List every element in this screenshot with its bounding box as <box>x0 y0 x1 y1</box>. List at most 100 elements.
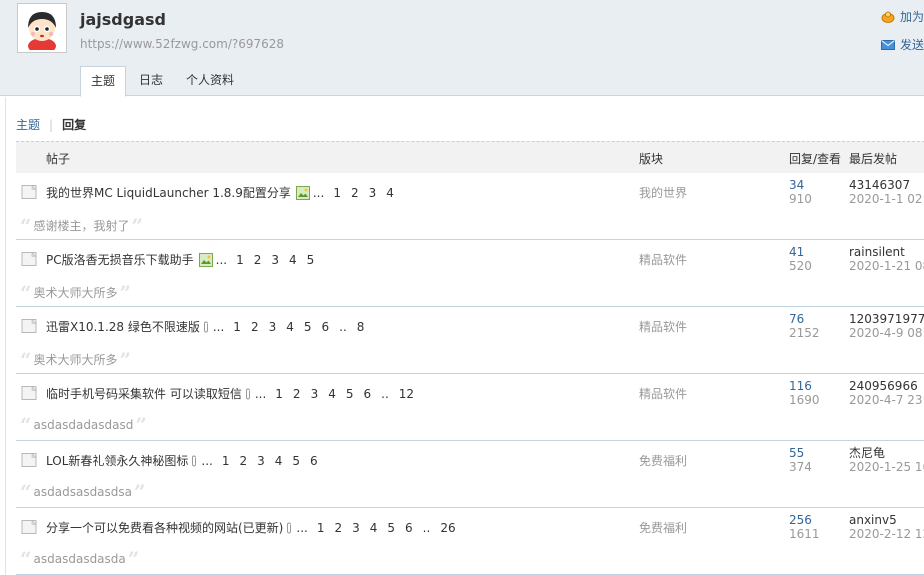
subnav-replies-current[interactable]: 回复 <box>62 118 86 132</box>
reply-quote-text[interactable]: 感谢楼主，我射了 <box>34 217 130 234</box>
tab-profile[interactable]: 个人资料 <box>180 66 240 96</box>
reply-count[interactable]: 34 <box>789 178 804 192</box>
reply-quote: “asdadsasdasdsa” <box>20 482 146 502</box>
last-poster[interactable]: 1203971977 <box>849 312 924 326</box>
reply-quote-text[interactable]: asdasdasdasda <box>34 552 126 566</box>
forum-link[interactable]: 免费福利 <box>639 452 687 469</box>
last-poster[interactable]: anxinv5 <box>849 513 897 527</box>
page-link[interactable]: 1 <box>317 521 325 535</box>
open-quote-icon: “ <box>20 413 32 437</box>
last-poster[interactable]: 43146307 <box>849 178 910 192</box>
add-friend-button[interactable]: 加为 <box>881 8 924 25</box>
image-attachment-icon <box>295 185 310 200</box>
page-link[interactable]: 3 <box>369 186 377 200</box>
page-link[interactable]: 5 <box>346 387 354 401</box>
page-link[interactable]: 4 <box>289 253 297 267</box>
page-link[interactable]: 1 <box>275 387 283 401</box>
page-link[interactable]: 5 <box>304 320 312 334</box>
page-link[interactable]: 2 <box>251 320 259 334</box>
page-link[interactable]: 6 <box>405 521 413 535</box>
thread-title-link[interactable]: 分享一个可以免费看各种视频的网站(已更新) <box>46 519 283 536</box>
reply-count[interactable]: 41 <box>789 245 804 259</box>
close-quote-icon: ” <box>131 213 144 238</box>
reply-count[interactable]: 55 <box>789 446 804 460</box>
page-link[interactable]: 12 <box>399 387 414 401</box>
subnav-topics-link[interactable]: 主题 <box>16 118 40 132</box>
reply-quote-text[interactable]: 奥术大师大所多 <box>34 351 118 368</box>
thread-title-link[interactable]: 我的世界MC LiquidLauncher 1.8.9配置分享 <box>46 184 291 201</box>
table-row: 迅雷X10.1.28 绿色不限速版... 1 2 3 4 5 6.. 8 精品软件 76 2152 1… <box>16 307 924 374</box>
page-link[interactable]: 2 <box>254 253 262 267</box>
page-link[interactable]: 5 <box>292 454 300 468</box>
reply-count[interactable]: 116 <box>789 379 812 393</box>
tab-blog[interactable]: 日志 <box>132 66 170 96</box>
last-post-time[interactable]: 2020-1-1 02:09 <box>849 192 924 206</box>
table-row: 临时手机号码采集软件 可以读取短信... 1 2 3 4 5 6.. 12 精品软件 116 169… <box>16 374 924 441</box>
reply-count[interactable]: 256 <box>789 513 812 527</box>
page-link[interactable]: 4 <box>286 320 294 334</box>
page-link[interactable]: 4 <box>275 454 283 468</box>
reply-quote-text[interactable]: 奥术大师大所多 <box>34 284 118 301</box>
last-post-time[interactable]: 2020-4-7 23:4 <box>849 393 924 407</box>
close-quote-icon: ” <box>119 347 132 372</box>
forum-link[interactable]: 精品软件 <box>639 318 687 335</box>
page-link[interactable]: 1 <box>222 454 230 468</box>
thread-title-link[interactable]: 迅雷X10.1.28 绿色不限速版 <box>46 318 200 335</box>
avatar-image <box>20 6 64 50</box>
page-link[interactable]: 2 <box>293 387 301 401</box>
page-link[interactable]: 6 <box>322 320 330 334</box>
page-link[interactable]: 3 <box>311 387 319 401</box>
page-link[interactable]: 1 <box>236 253 244 267</box>
page-link[interactable]: 3 <box>271 253 279 267</box>
last-post-time[interactable]: 2020-1-25 16: <box>849 460 924 474</box>
forum-link[interactable]: 精品软件 <box>639 251 687 268</box>
page-link[interactable]: 4 <box>386 186 394 200</box>
reply-quote-text[interactable]: asdasdadasdasd <box>34 418 134 432</box>
view-count: 1690 <box>789 393 820 407</box>
last-poster[interactable]: 240956966 <box>849 379 918 393</box>
page-link[interactable]: 4 <box>328 387 336 401</box>
page-link[interactable]: 3 <box>257 454 265 468</box>
page-ellipsis: ... <box>201 453 213 468</box>
page-link[interactable]: 5 <box>307 253 315 267</box>
open-quote-icon: “ <box>20 347 32 372</box>
page-link[interactable]: 26 <box>440 521 455 535</box>
page-link[interactable]: 3 <box>352 521 360 535</box>
last-post-time[interactable]: 2020-4-9 08:2 <box>849 326 924 340</box>
profile-url[interactable]: https://www.52fzwg.com/?697628 <box>80 37 284 51</box>
page-link[interactable]: 4 <box>370 521 378 535</box>
page-link[interactable]: 6 <box>310 454 318 468</box>
reply-quote-text[interactable]: asdadsasdasdsa <box>34 485 133 499</box>
page-link[interactable]: 2 <box>334 521 342 535</box>
view-count: 2152 <box>789 326 820 340</box>
paperclip-icon <box>285 521 293 534</box>
forum-link[interactable]: 精品软件 <box>639 385 687 402</box>
last-post-time[interactable]: 2020-1-21 08: <box>849 259 924 273</box>
page-link[interactable]: 8 <box>357 320 365 334</box>
page-link[interactable]: 1 <box>233 320 241 334</box>
forum-link[interactable]: 我的世界 <box>639 184 687 201</box>
view-count: 374 <box>789 460 812 474</box>
forum-link[interactable]: 免费福利 <box>639 519 687 536</box>
send-message-button[interactable]: 发送 <box>881 36 924 53</box>
page-link[interactable]: 2 <box>239 454 247 468</box>
paperclip-icon <box>244 387 252 400</box>
thread-title-line: PC版洛香无损音乐下载助手... 1 2 3 4 5 <box>46 251 319 268</box>
reply-quote: “asdasdadasdasd” <box>20 413 147 437</box>
page-link[interactable]: 5 <box>387 521 395 535</box>
last-poster[interactable]: 杰尼龟 <box>849 446 885 460</box>
page-link[interactable]: 2 <box>351 186 359 200</box>
avatar[interactable] <box>17 3 67 53</box>
page-link[interactable]: 1 <box>333 186 341 200</box>
last-poster[interactable]: rainsilent <box>849 245 905 259</box>
thread-title-link[interactable]: 临时手机号码采集软件 可以读取短信 <box>46 385 242 402</box>
thread-title-link[interactable]: LOL新春礼领永久神秘图标 <box>46 452 188 469</box>
thread-title-link[interactable]: PC版洛香无损音乐下载助手 <box>46 251 194 268</box>
tab-topics[interactable]: 主题 <box>80 66 126 97</box>
page-link[interactable]: 6 <box>363 387 371 401</box>
reply-quote: “奥术大师大所多” <box>20 280 132 305</box>
reply-count[interactable]: 76 <box>789 312 804 326</box>
last-post-time[interactable]: 2020-2-12 12: <box>849 527 924 541</box>
close-quote-icon: ” <box>119 280 132 305</box>
page-link[interactable]: 3 <box>269 320 277 334</box>
